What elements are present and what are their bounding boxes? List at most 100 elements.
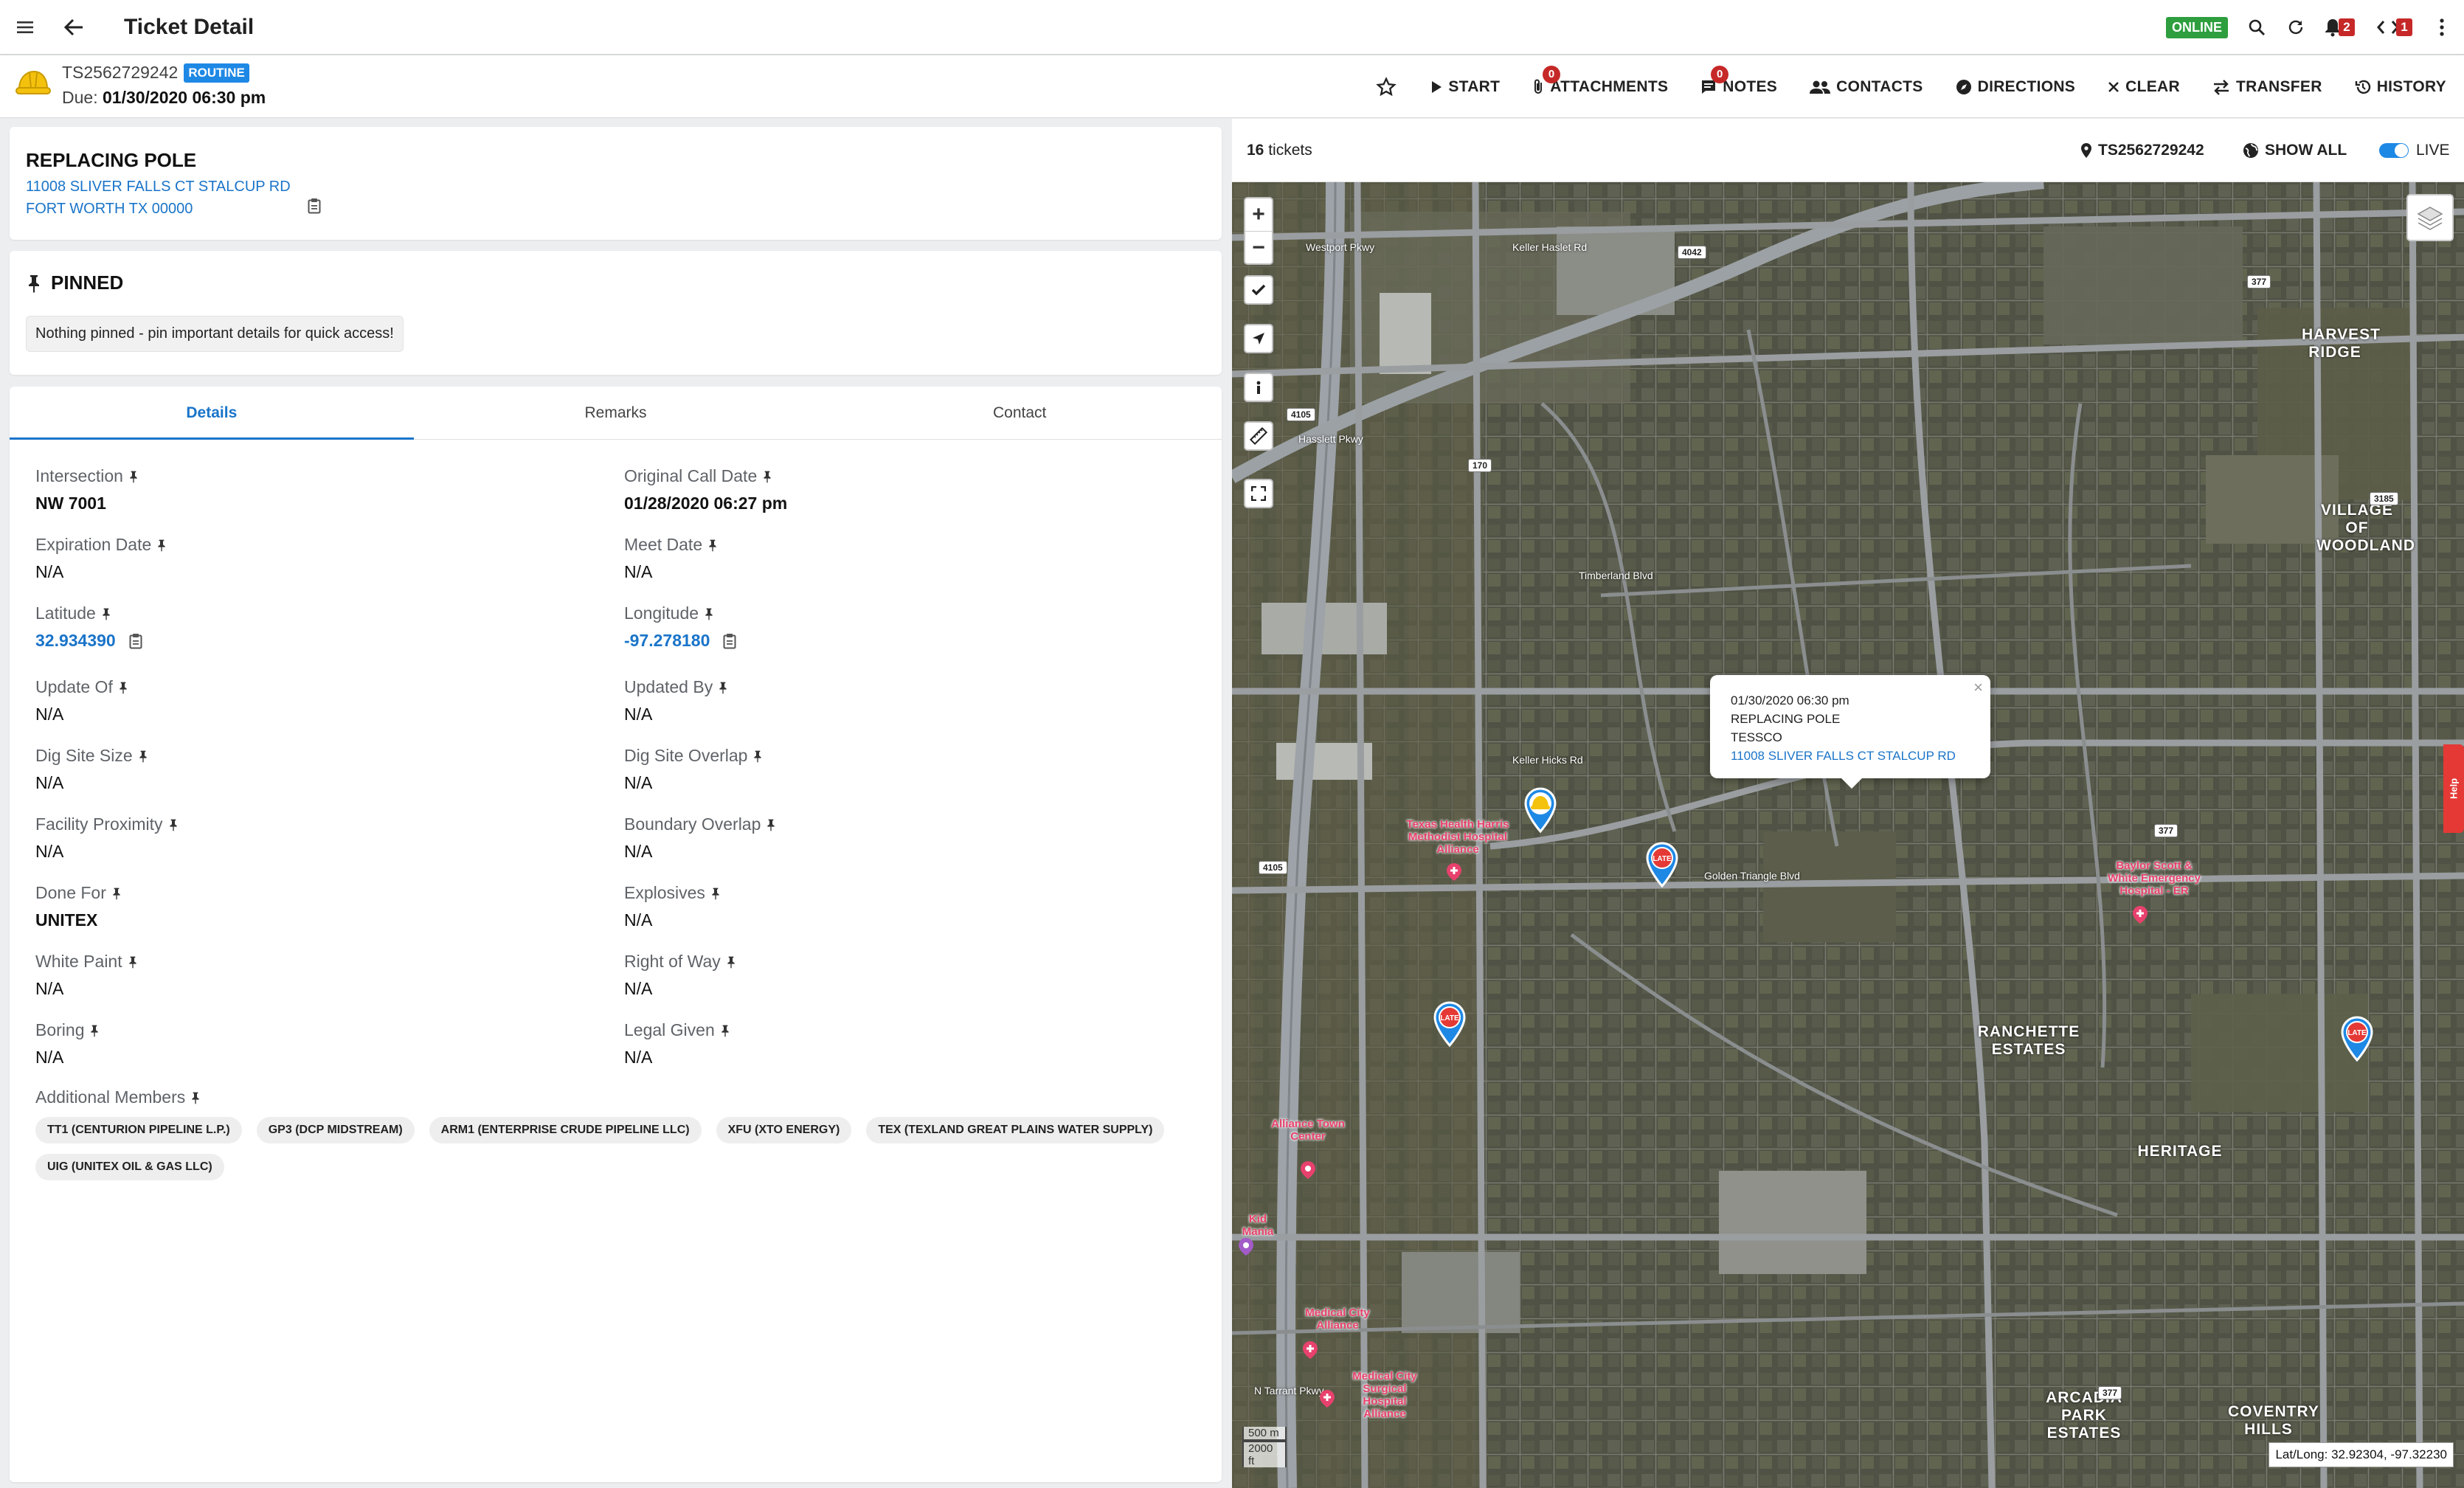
current-ticket-locator[interactable]: TS2562729242 <box>2080 142 2204 159</box>
cursor-latlong-readout: Lat/Long: 32.92304, -97.32230 <box>2269 1442 2454 1467</box>
additional-members-label: Additional Members <box>35 1087 186 1107</box>
longitude-value[interactable]: -97.278180 <box>624 631 710 651</box>
pin-icon[interactable] <box>169 818 178 831</box>
pin-icon[interactable] <box>139 750 148 763</box>
pin-icon[interactable] <box>102 607 111 620</box>
info-button[interactable] <box>1244 373 1273 402</box>
expiration-date-label: Expiration Date <box>35 535 152 554</box>
facility-proximity-label: Facility Proximity <box>35 814 163 834</box>
pin-icon[interactable] <box>128 955 137 969</box>
transfer-button[interactable]: TRANSFER <box>2212 78 2322 96</box>
copy-address-icon[interactable] <box>308 198 321 218</box>
refresh-icon[interactable] <box>2275 4 2316 51</box>
pin-icon[interactable] <box>766 818 775 831</box>
white-paint-label: White Paint <box>35 952 122 971</box>
pin-icon[interactable] <box>727 955 736 969</box>
pin-icon[interactable] <box>708 539 717 552</box>
hospital-poi-icon[interactable] <box>1302 1340 1318 1360</box>
more-vert-icon[interactable] <box>2420 4 2464 51</box>
live-toggle-switch[interactable] <box>2379 142 2409 158</box>
pin-icon[interactable] <box>129 470 138 483</box>
copy-icon[interactable] <box>723 633 736 649</box>
zoom-in-button[interactable]: + <box>1245 198 1272 231</box>
help-tab[interactable]: Help <box>2443 744 2464 833</box>
tab-contact[interactable]: Contact <box>817 387 1222 439</box>
address-line-1[interactable]: 11008 SLIVER FALLS CT STALCUP RD <box>26 179 291 195</box>
pin-icon[interactable] <box>119 681 128 694</box>
pin-icon <box>29 274 39 293</box>
latitude-label: Latitude <box>35 603 96 623</box>
notifications-button[interactable]: 2 <box>2324 18 2355 37</box>
popup-close-icon[interactable]: × <box>1973 678 1983 696</box>
history-button[interactable]: HISTORY <box>2355 78 2446 96</box>
road-label: Golden Triangle Blvd <box>1704 870 1800 882</box>
start-label: START <box>1448 77 1501 95</box>
back-arrow-icon[interactable] <box>50 4 97 51</box>
pinned-card: PINNED Nothing pinned - pin important de… <box>10 251 1222 375</box>
latitude-value[interactable]: 32.934390 <box>35 631 116 651</box>
search-icon[interactable] <box>2238 4 2275 51</box>
layers-icon <box>2417 207 2443 230</box>
close-icon <box>2108 81 2119 92</box>
start-button[interactable]: START <box>1430 78 1500 96</box>
star-outline-icon <box>1376 76 1397 96</box>
pin-icon[interactable] <box>112 887 121 900</box>
boundary-overlap-label: Boundary Overlap <box>624 814 761 834</box>
menu-icon[interactable] <box>1 4 49 51</box>
pin-icon[interactable] <box>191 1091 200 1104</box>
tab-remarks[interactable]: Remarks <box>414 387 818 439</box>
additional-members-header: Additional Members <box>35 1087 200 1107</box>
late-ticket-marker-icon[interactable]: LATE <box>1433 1001 1467 1047</box>
ticket-header: TS2562729242 ROUTINE Due: 01/30/2020 06:… <box>0 55 2464 118</box>
locate-me-button[interactable] <box>1244 324 1273 353</box>
fullscreen-button[interactable] <box>1244 479 1273 508</box>
hospital-poi-icon[interactable] <box>1319 1389 1335 1408</box>
pin-icon[interactable] <box>157 539 166 552</box>
contacts-button[interactable]: CONTACTS <box>1810 78 1923 96</box>
select-tool-button[interactable] <box>1244 275 1273 305</box>
copy-icon[interactable] <box>129 633 142 649</box>
additional-members-list: TT1 (CENTURION PIPELINE L.P.) GP3 (DCP M… <box>35 1117 1201 1191</box>
layers-button[interactable] <box>2406 194 2454 241</box>
pin-icon[interactable] <box>721 1024 730 1037</box>
field-latitude: Latitude 32.934390 <box>35 603 142 651</box>
popup-address-link[interactable]: 11008 SLIVER FALLS CT STALCUP RD <box>1731 747 1970 765</box>
attachments-button[interactable]: 0 ATTACHMENTS <box>1532 65 1668 96</box>
measure-button[interactable] <box>1244 421 1273 451</box>
hospital-poi-icon[interactable] <box>2132 905 2148 924</box>
show-all-button[interactable]: SHOW ALL <box>2243 142 2347 159</box>
address-card: REPLACING POLE 11008 SLIVER FALLS CT STA… <box>10 127 1222 240</box>
zoom-out-button[interactable]: − <box>1245 231 1272 263</box>
live-toggle[interactable]: LIVE <box>2379 142 2450 159</box>
shopping-poi-icon[interactable] <box>1300 1160 1316 1180</box>
swap-icon <box>2213 79 2229 95</box>
play-icon <box>1432 80 1442 93</box>
pin-icon[interactable] <box>705 607 713 620</box>
pin-icon[interactable] <box>753 750 762 763</box>
clear-button[interactable]: CLEAR <box>2108 78 2180 96</box>
sync-button[interactable]: 1 <box>2377 18 2412 36</box>
due-value: 01/30/2020 06:30 pm <box>102 88 266 107</box>
satellite-map[interactable]: HARVEST RIDGE VILLAGE OF WOODLAND RANCHE… <box>1232 182 2464 1488</box>
pin-icon[interactable] <box>763 470 772 483</box>
late-marker-text: LATE <box>2347 1029 2367 1037</box>
ticket-count-label: tickets <box>1268 141 1312 159</box>
pin-icon[interactable] <box>711 887 720 900</box>
selected-ticket-marker-icon[interactable] <box>1523 787 1557 833</box>
ticket-count-value: 16 <box>1247 141 1264 159</box>
hospital-poi-icon[interactable] <box>1446 862 1462 882</box>
pin-icon[interactable] <box>719 681 727 694</box>
address-line-2[interactable]: FORT WORTH TX 00000 <box>26 201 193 218</box>
notes-button[interactable]: 0 NOTES <box>1700 65 1777 96</box>
pin-icon[interactable] <box>90 1024 99 1037</box>
road-shield: 170 <box>1468 459 1492 472</box>
directions-button[interactable]: DIRECTIONS <box>1956 78 2076 96</box>
entertainment-poi-icon[interactable] <box>1238 1237 1254 1256</box>
contacts-label: CONTACTS <box>1836 77 1923 95</box>
tab-details[interactable]: Details <box>10 387 414 440</box>
late-ticket-marker-icon[interactable]: LATE <box>2340 1016 2374 1062</box>
favorite-button[interactable] <box>1376 76 1402 97</box>
late-ticket-marker-icon[interactable]: LATE <box>1645 842 1679 887</box>
transfer-label: TRANSFER <box>2235 77 2322 95</box>
show-all-label: SHOW ALL <box>2265 141 2347 159</box>
